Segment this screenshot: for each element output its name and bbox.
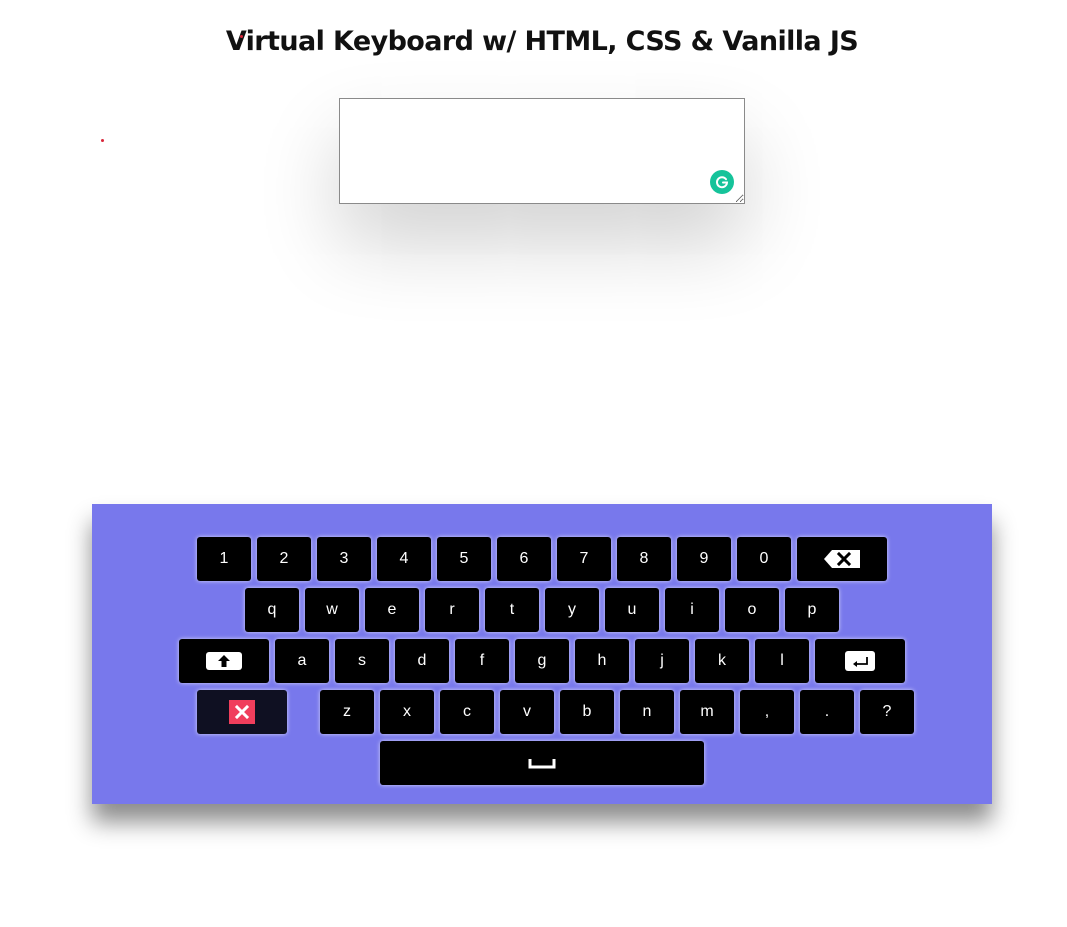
- key-u[interactable]: u: [605, 588, 659, 632]
- key-label: l: [780, 652, 784, 669]
- key-1[interactable]: 1: [197, 537, 251, 581]
- key-label: j: [660, 652, 664, 669]
- key-p[interactable]: p: [785, 588, 839, 632]
- key-label: n: [642, 703, 652, 720]
- key-s[interactable]: s: [335, 639, 389, 683]
- key-period[interactable]: .: [800, 690, 854, 734]
- key-label: v: [523, 703, 531, 720]
- page: Virtual Keyboard w/ HTML, CSS & Vanilla …: [0, 0, 1067, 927]
- key-c[interactable]: c: [440, 690, 494, 734]
- key-g[interactable]: g: [515, 639, 569, 683]
- key-b[interactable]: b: [560, 690, 614, 734]
- key-comma[interactable]: ,: [740, 690, 794, 734]
- page-title: Virtual Keyboard w/ HTML, CSS & Vanilla …: [225, 26, 859, 57]
- key-label: 0: [759, 550, 769, 567]
- close-keyboard-key[interactable]: [197, 690, 287, 734]
- key-label: d: [417, 652, 427, 669]
- key-label: .: [824, 703, 830, 720]
- key-x[interactable]: x: [380, 690, 434, 734]
- key-label: q: [267, 601, 277, 618]
- caps-lock-icon: [206, 652, 242, 670]
- key-label: h: [597, 652, 607, 669]
- key-label: e: [387, 601, 397, 618]
- backspace-icon: [823, 549, 861, 569]
- key-label: 7: [579, 550, 589, 567]
- key-d[interactable]: d: [395, 639, 449, 683]
- key-j[interactable]: j: [635, 639, 689, 683]
- text-input-container: [339, 98, 745, 204]
- key-label: r: [449, 601, 455, 618]
- close-icon: [229, 700, 255, 724]
- key-label: 9: [699, 550, 709, 567]
- key-label: g: [537, 652, 547, 669]
- key-question[interactable]: ?: [860, 690, 914, 734]
- space-icon: [528, 757, 556, 769]
- key-label: i: [690, 601, 694, 618]
- key-5[interactable]: 5: [437, 537, 491, 581]
- key-label: 8: [639, 550, 649, 567]
- grammarly-icon[interactable]: [710, 170, 734, 194]
- key-m[interactable]: m: [680, 690, 734, 734]
- key-4[interactable]: 4: [377, 537, 431, 581]
- key-v[interactable]: v: [500, 690, 554, 734]
- red-dot-decoration: [240, 35, 243, 38]
- caps-lock-key[interactable]: [179, 639, 269, 683]
- key-label: 2: [279, 550, 289, 567]
- key-3[interactable]: 3: [317, 537, 371, 581]
- key-label: a: [297, 652, 307, 669]
- key-label: s: [358, 652, 366, 669]
- key-label: p: [807, 601, 817, 618]
- key-8[interactable]: 8: [617, 537, 671, 581]
- key-t[interactable]: t: [485, 588, 539, 632]
- key-label: u: [627, 601, 637, 618]
- key-n[interactable]: n: [620, 690, 674, 734]
- key-q[interactable]: q: [245, 588, 299, 632]
- key-label: c: [463, 703, 471, 720]
- key-z[interactable]: z: [320, 690, 374, 734]
- key-r[interactable]: r: [425, 588, 479, 632]
- enter-key[interactable]: [815, 639, 905, 683]
- key-9[interactable]: 9: [677, 537, 731, 581]
- use-keyboard-input[interactable]: [339, 98, 745, 204]
- key-y[interactable]: y: [545, 588, 599, 632]
- key-l[interactable]: l: [755, 639, 809, 683]
- key-w[interactable]: w: [305, 588, 359, 632]
- key-f[interactable]: f: [455, 639, 509, 683]
- key-label: ?: [882, 703, 892, 720]
- key-label: w: [326, 601, 338, 618]
- backspace-key[interactable]: [797, 537, 887, 581]
- key-i[interactable]: i: [665, 588, 719, 632]
- key-6[interactable]: 6: [497, 537, 551, 581]
- key-label: 5: [459, 550, 469, 567]
- key-label: t: [509, 601, 515, 618]
- key-label: k: [718, 652, 726, 669]
- key-label: y: [568, 601, 576, 618]
- key-e[interactable]: e: [365, 588, 419, 632]
- key-o[interactable]: o: [725, 588, 779, 632]
- key-label: ,: [764, 703, 770, 720]
- key-label: x: [403, 703, 411, 720]
- key-label: m: [700, 703, 714, 720]
- key-h[interactable]: h: [575, 639, 629, 683]
- red-dot-decoration: [101, 139, 104, 142]
- key-a[interactable]: a: [275, 639, 329, 683]
- key-label: 4: [399, 550, 409, 567]
- key-label: 6: [519, 550, 529, 567]
- key-label: 1: [219, 550, 229, 567]
- space-key[interactable]: [380, 741, 704, 785]
- virtual-keyboard: 1 2 3 4 5 6 7 8 9 0 q w e r t y u i o p a s d f g h j k l z x c v b n m,.?: [92, 504, 992, 804]
- key-k[interactable]: k: [695, 639, 749, 683]
- key-2[interactable]: 2: [257, 537, 311, 581]
- key-0[interactable]: 0: [737, 537, 791, 581]
- key-label: o: [747, 601, 757, 618]
- key-label: 3: [339, 550, 349, 567]
- key-label: f: [479, 652, 485, 669]
- enter-icon: [845, 651, 875, 671]
- key-label: b: [582, 703, 592, 720]
- key-7[interactable]: 7: [557, 537, 611, 581]
- key-label: z: [343, 703, 351, 720]
